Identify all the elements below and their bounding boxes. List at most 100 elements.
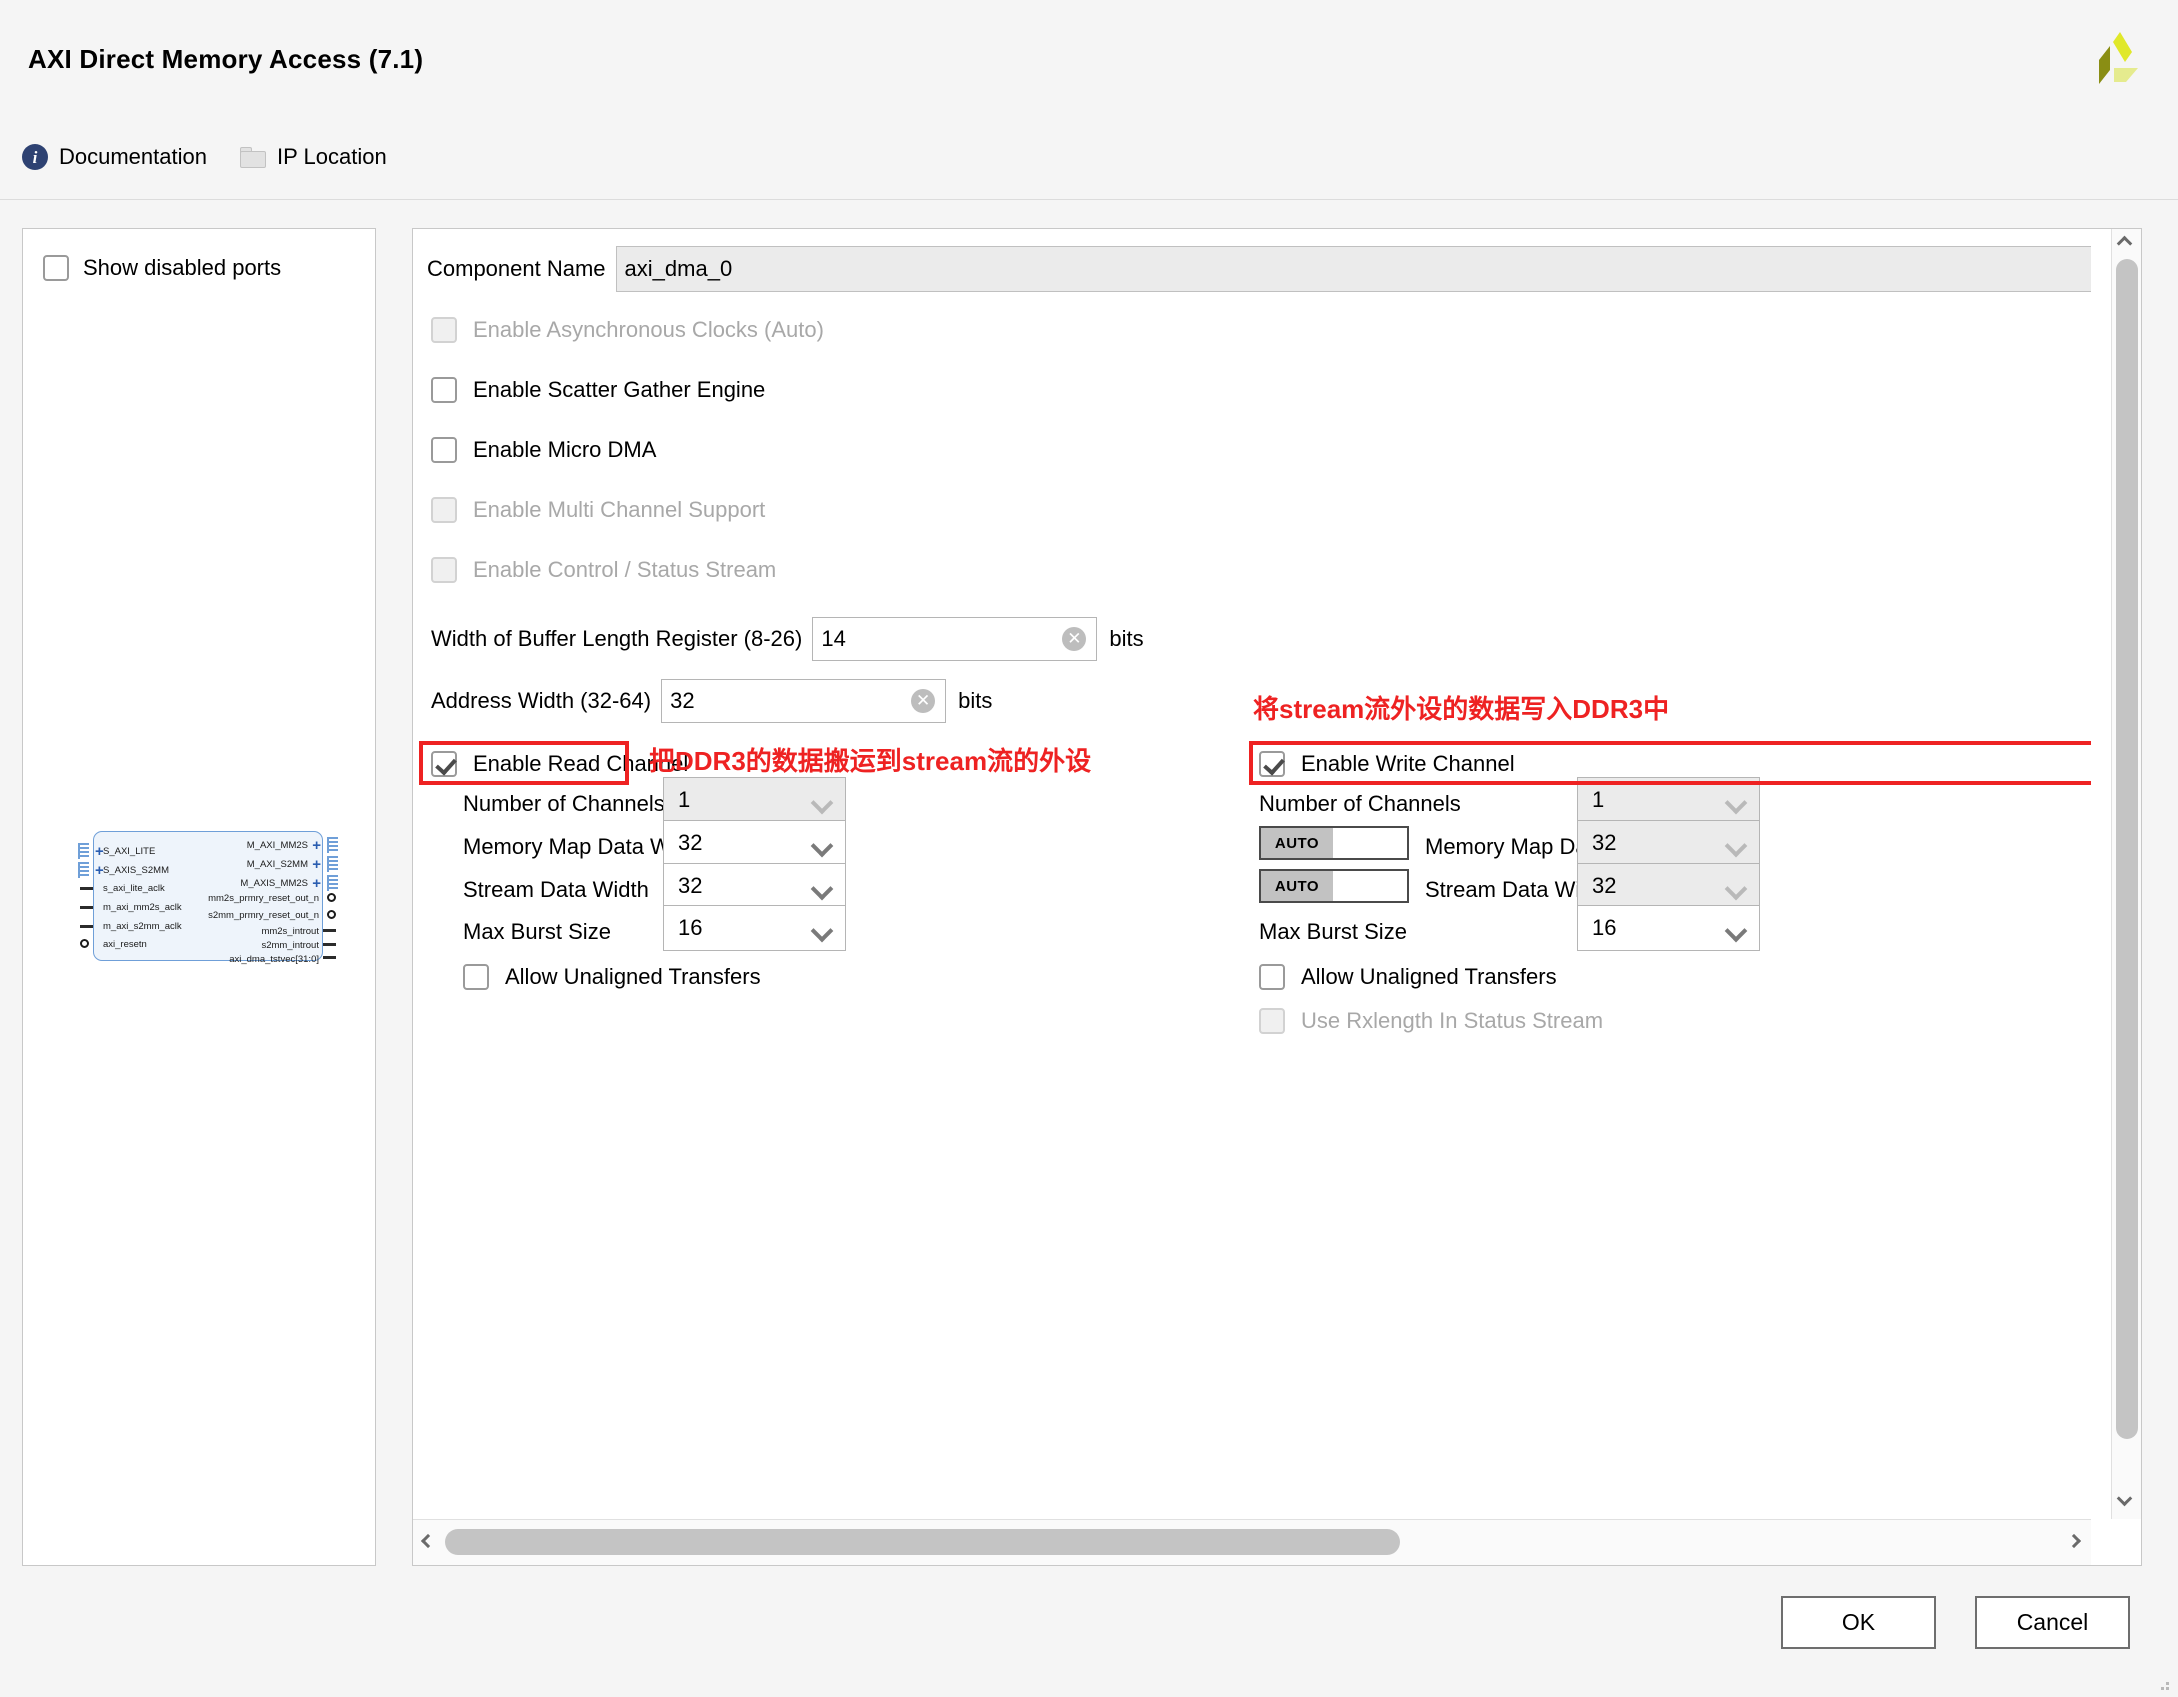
buffer-length-field[interactable]: ✕: [812, 617, 1098, 661]
folder-icon: [240, 146, 266, 168]
chevron-down-icon: [814, 923, 831, 933]
address-width-row: Address Width (32-64) ✕ bits: [431, 679, 992, 723]
read-stream-data-width-dropdown[interactable]: 32: [663, 863, 846, 909]
write-memory-map-auto-toggle[interactable]: AUTO: [1259, 826, 1409, 860]
vertical-scrollbar-thumb[interactable]: [2116, 259, 2138, 1439]
port-label: M_AXIS_MM2S: [240, 878, 308, 889]
bus-stub-icon: [78, 843, 89, 859]
write-allow-unaligned-checkbox[interactable]: [1259, 964, 1285, 990]
horizontal-scrollbar-thumb[interactable]: [445, 1529, 1400, 1555]
read-allow-unaligned-label: Allow Unaligned Transfers: [505, 964, 761, 989]
clear-icon[interactable]: ✕: [911, 689, 936, 713]
address-width-field[interactable]: ✕: [661, 679, 947, 723]
chevron-down-icon: [814, 795, 831, 805]
chevron-down-icon: [1728, 838, 1745, 848]
configuration-content: Component Name Enable Asynchronous Clock…: [413, 229, 2091, 1519]
signal-stub-icon: [80, 925, 93, 928]
show-disabled-ports-checkbox[interactable]: [43, 255, 69, 281]
bus-stub-icon: [327, 856, 338, 872]
read-max-burst-size-dropdown[interactable]: 16: [663, 905, 846, 951]
write-number-of-channels-dropdown[interactable]: 1: [1577, 777, 1760, 823]
signal-stub-icon: [80, 906, 93, 909]
write-stream-data-width-value: 32: [1592, 873, 1617, 898]
auto-badge: AUTO: [1261, 871, 1333, 901]
ok-button[interactable]: OK: [1781, 1596, 1936, 1649]
write-use-rxlength-checkbox[interactable]: [1259, 1008, 1285, 1034]
signal-stub-icon: [323, 943, 336, 946]
expand-plus-icon: +: [312, 875, 321, 892]
scroll-up-arrow-icon[interactable]: [2116, 233, 2138, 255]
option-row-scatter-gather[interactable]: Enable Scatter Gather Engine: [431, 377, 765, 403]
read-allow-unaligned-checkbox[interactable]: [463, 964, 489, 990]
vertical-scrollbar[interactable]: [2111, 229, 2141, 1519]
bus-stub-icon: [78, 862, 89, 878]
component-name-label: Component Name: [427, 256, 606, 281]
write-number-of-channels-label: Number of Channels: [1259, 791, 1461, 816]
read-max-burst-size-label: Max Burst Size: [463, 919, 611, 944]
reset-port-icon: [327, 893, 336, 902]
write-memory-map-data-width-dropdown[interactable]: 32: [1577, 820, 1760, 866]
address-width-units: bits: [958, 688, 993, 713]
write-use-rxlength-label: Use Rxlength In Status Stream: [1301, 1008, 1604, 1033]
read-memory-map-data-width-dropdown[interactable]: 32: [663, 820, 846, 866]
enable-multi-channel-checkbox[interactable]: [431, 497, 457, 523]
write-allow-unaligned-row[interactable]: Allow Unaligned Transfers: [1259, 964, 1557, 990]
signal-stub-icon: [80, 887, 93, 890]
bus-stub-icon: [327, 875, 338, 891]
cancel-button[interactable]: Cancel: [1975, 1596, 2130, 1649]
component-name-row: Component Name: [427, 246, 2091, 292]
scroll-left-arrow-icon[interactable]: [419, 1532, 439, 1552]
write-use-rxlength-row[interactable]: Use Rxlength In Status Stream: [1259, 1008, 1603, 1034]
address-width-input[interactable]: [662, 680, 946, 722]
documentation-link[interactable]: i Documentation: [22, 144, 207, 170]
enable-write-channel-checkbox[interactable]: [1259, 751, 1285, 777]
enable-micro-dma-label: Enable Micro DMA: [473, 437, 657, 462]
expand-plus-icon: +: [312, 837, 321, 854]
horizontal-scrollbar[interactable]: [413, 1519, 2091, 1565]
enable-write-channel-row[interactable]: Enable Write Channel: [1259, 751, 1515, 777]
port-label: M_AXI_MM2S: [246, 840, 308, 851]
scroll-down-arrow-icon[interactable]: [2116, 1490, 2138, 1515]
write-max-burst-size-dropdown[interactable]: 16: [1577, 905, 1760, 951]
info-icon: i: [22, 144, 48, 170]
read-max-burst-size-value: 16: [678, 915, 703, 940]
enable-async-clocks-checkbox[interactable]: [431, 317, 457, 343]
reset-port-icon: [80, 939, 89, 948]
option-row-micro-dma[interactable]: Enable Micro DMA: [431, 437, 656, 463]
enable-read-channel-checkbox[interactable]: [431, 751, 457, 777]
expand-plus-icon: +: [312, 856, 321, 873]
write-stream-data-width-dropdown[interactable]: 32: [1577, 863, 1760, 909]
enable-micro-dma-checkbox[interactable]: [431, 437, 457, 463]
read-number-of-channels-value: 1: [678, 787, 691, 812]
resize-grip-icon[interactable]: [2152, 1673, 2172, 1693]
clear-icon[interactable]: ✕: [1062, 627, 1087, 651]
write-max-burst-size-label: Max Burst Size: [1259, 919, 1407, 944]
write-stream-auto-toggle[interactable]: AUTO: [1259, 869, 1409, 903]
port-label: mm2s_introut: [261, 926, 319, 937]
reset-port-icon: [327, 910, 336, 919]
buffer-length-input[interactable]: [813, 618, 1097, 660]
option-row-control-status-stream[interactable]: Enable Control / Status Stream: [431, 557, 776, 583]
component-name-input[interactable]: [615, 246, 2091, 292]
read-number-of-channels-dropdown[interactable]: 1: [663, 777, 846, 823]
write-allow-unaligned-label: Allow Unaligned Transfers: [1301, 964, 1557, 989]
xilinx-logo-icon: [2099, 32, 2138, 84]
option-row-multi-channel[interactable]: Enable Multi Channel Support: [431, 497, 765, 523]
show-disabled-ports-row[interactable]: Show disabled ports: [43, 255, 281, 281]
scroll-right-arrow-icon[interactable]: [2065, 1532, 2085, 1552]
write-memory-map-data-width-value: 32: [1592, 830, 1617, 855]
read-channel-annotation: 把DDR3的数据搬运到stream流的外设: [649, 746, 1092, 776]
buffer-length-units: bits: [1109, 626, 1144, 651]
ip-location-link[interactable]: IP Location: [240, 144, 387, 170]
option-row-async-clocks[interactable]: Enable Asynchronous Clocks (Auto): [431, 317, 824, 343]
dialog-toolbar: i Documentation IP Location: [0, 124, 2178, 200]
enable-scatter-gather-checkbox[interactable]: [431, 377, 457, 403]
chevron-down-icon: [814, 881, 831, 891]
enable-control-status-stream-checkbox[interactable]: [431, 557, 457, 583]
ports-panel: Show disabled ports + + S_AXI_LITE S_AXI…: [22, 228, 376, 1566]
write-max-burst-size-value: 16: [1592, 915, 1617, 940]
port-label: mm2s_prmry_reset_out_n: [208, 893, 319, 904]
read-allow-unaligned-row[interactable]: Allow Unaligned Transfers: [463, 964, 761, 990]
read-stream-data-width-value: 32: [678, 873, 703, 898]
port-label: M_AXI_S2MM: [246, 859, 308, 870]
